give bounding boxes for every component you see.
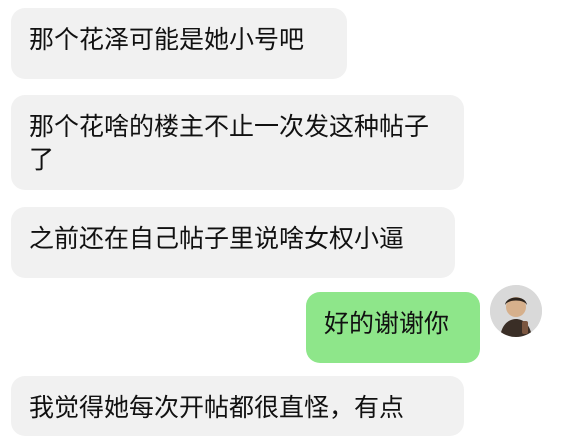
message-bubble-received[interactable]: 那个花泽可能是她小号吧: [11, 8, 347, 79]
message-bubble-received[interactable]: 那个花啥的楼主不止一次发这种帖子了: [11, 95, 464, 190]
message-bubble-received[interactable]: 我觉得她每次开帖都很直怪，有点: [11, 376, 464, 436]
message-bubble-sent[interactable]: 好的谢谢你: [306, 292, 480, 363]
user-avatar-icon[interactable]: [490, 285, 542, 337]
message-bubble-received[interactable]: 之前还在自己帖子里说啥女权小逼: [11, 207, 455, 278]
